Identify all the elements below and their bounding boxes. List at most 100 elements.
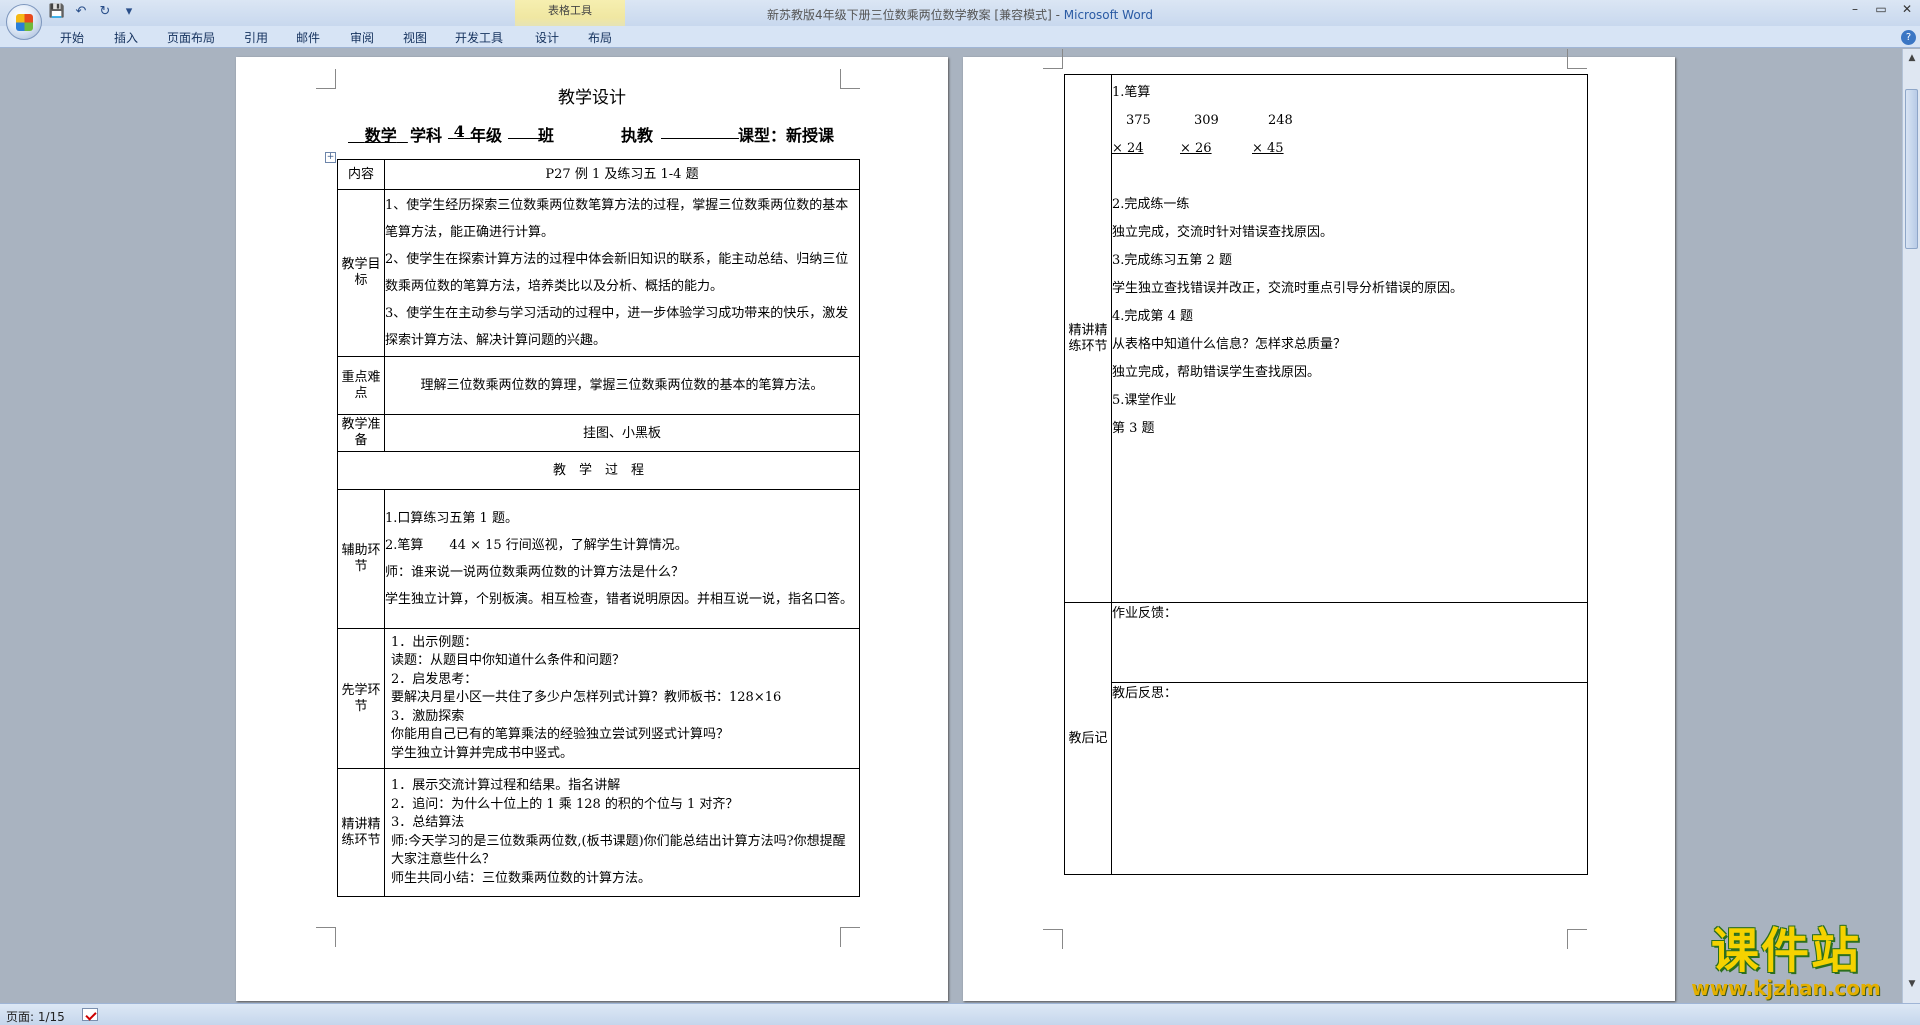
teacher-blank [661, 122, 739, 141]
page-1: 教学设计 数学 学科 4 年级 班 执教 课型：新授课 + 内容 P27 例 1… [236, 57, 948, 1001]
document-title: 新苏教版4年级下册三位数乘两位数学教案 [兼容模式] - [766, 8, 1064, 22]
reflection-cell[interactable]: 教后反思： [1111, 682, 1588, 875]
list-item: 师：谁来说一说两位数乘两位数的计算方法是什么？ [385, 565, 685, 580]
feedback-cell[interactable]: 作业反馈： [1111, 602, 1588, 683]
pre-study-label: 先学环节 [337, 628, 385, 769]
list-item: 2．启发思考： [391, 671, 478, 687]
tab-view[interactable]: 视图 [403, 29, 427, 46]
calc-numbers: 375 309 248 [1126, 113, 1293, 128]
page-count-status[interactable]: 页面: 1/15 [6, 1008, 65, 1025]
table-row: 先学环节 1．出示例题： 读题：从题目中你知道什么条件和问题？ 2．启发思考： … [337, 628, 860, 769]
calc-multipliers: × 24 × 26 × 45 [1112, 141, 1284, 156]
key-points-label: 重点难点 [337, 356, 385, 415]
list-item: 4.完成第 4 题 [1112, 309, 1193, 324]
lesson-plan-table: 内容 P27 例 1 及练习五 1-4 题 教学目标 1、使学生经历探索三位数乘… [337, 159, 860, 897]
goals-cell[interactable]: 1、使学生经历探索三位数乘两位数笔算方法的过程，掌握三位数乘两位数的基本笔算方法… [384, 189, 860, 357]
page-2: 精讲精练环节 1.笔算 375 309 248 × 24 × 26 × 45 2… [963, 49, 1675, 1001]
intensive-practice-cell[interactable]: 1．展示交流计算过程和结果。指名讲解 2．追问：为什么十位上的 1 乘 128 … [384, 768, 860, 897]
maximize-button[interactable]: ▭ [1868, 0, 1894, 20]
list-item: 要解决月星小区一共住了多少户怎样列式计算？教师板书：128×16 [391, 690, 782, 706]
preparation-cell[interactable]: 挂图、小黑板 [384, 414, 860, 452]
goal-item: 3、使学生在主动参与学习活动的过程中，进一步体验学习成功带来的快乐，激发探索计算… [385, 306, 849, 348]
undo-icon[interactable]: ↶ [72, 3, 90, 21]
scroll-up-icon[interactable]: ▲ [1906, 53, 1918, 65]
tab-insert[interactable]: 插入 [114, 29, 138, 46]
document-title-heading: 教学设计 [558, 88, 626, 108]
content-label: 内容 [337, 159, 385, 190]
app-name: Microsoft Word [1063, 8, 1154, 22]
scrollbar-thumb[interactable] [1905, 89, 1918, 249]
list-item: 第 3 题 [1112, 421, 1155, 436]
watermark-logo: 课件站 www.kjzhan.com [1672, 924, 1900, 1000]
list-item: 独立完成，交流时针对错误查找原因。 [1112, 225, 1334, 240]
tab-page-layout[interactable]: 页面布局 [167, 29, 215, 46]
intensive-practice-label: 精讲精练环节 [1064, 74, 1112, 603]
list-item: 你能用自己已有的笔算乘法的经验独立尝试列竖式计算吗？ [391, 727, 730, 743]
auxiliary-cell[interactable]: 1.口算练习五第 1 题。 2.笔算 44 × 15 行间巡视，了解学生计算情况… [384, 489, 860, 629]
content-cell[interactable]: P27 例 1 及练习五 1-4 题 [384, 159, 860, 190]
crop-mark [1043, 49, 1063, 69]
tab-design[interactable]: 设计 [535, 29, 559, 46]
proofing-status-icon[interactable] [82, 1008, 98, 1021]
list-item: 2．追问：为什么十位上的 1 乘 128 的积的个位与 1 对齐？ [391, 796, 739, 812]
practice-cell[interactable]: 1.笔算 375 309 248 × 24 × 26 × 45 2.完成练一练 … [1111, 74, 1588, 603]
auxiliary-label: 辅助环节 [337, 489, 385, 629]
tab-review[interactable]: 审阅 [350, 29, 374, 46]
watermark-url: www.kjzhan.com [1691, 976, 1881, 1000]
window-title: 新苏教版4年级下册三位数乘两位数学教案 [兼容模式] - Microsoft W… [0, 6, 1920, 23]
quick-access-toolbar: 💾 ↶ ↻ ▾ [48, 3, 138, 21]
list-item: 师:今天学习的是三位数乘两位数,(板书课题)你们能总结出计算方法吗?你想提醒大家… [391, 833, 846, 868]
intensive-practice-label: 精讲精练环节 [337, 768, 385, 897]
scroll-down-icon[interactable]: ▼ [1906, 979, 1918, 991]
table-row: 教后反思： [1065, 682, 1588, 875]
minimize-button[interactable]: – [1842, 0, 1868, 20]
subject-value: 数学 [364, 126, 397, 145]
process-header[interactable]: 教 学 过 程 [337, 451, 860, 490]
table-row: 教学准备 挂图、小黑板 [337, 414, 860, 452]
table-move-handle-icon[interactable]: + [325, 152, 336, 163]
table-row: 教学目标 1、使学生经历探索三位数乘两位数笔算方法的过程，掌握三位数乘两位数的基… [337, 189, 860, 357]
key-points-cell[interactable]: 理解三位数乘两位数的算理，掌握三位数乘两位数的基本的笔算方法。 [384, 356, 860, 415]
list-item: 2.笔算 44 × 15 行间巡视，了解学生计算情况。 [385, 538, 688, 553]
grade-label: 年级 [470, 126, 503, 145]
lesson-type: 课型：新授课 [738, 126, 835, 145]
crop-mark [1567, 49, 1587, 69]
tab-mailings[interactable]: 邮件 [296, 29, 320, 46]
ribbon-tab-bar: 开始 插入 页面布局 引用 邮件 审阅 视图 开发工具 设计 布局 [0, 26, 1920, 48]
list-item: 学生独立计算，个别板演。相互检查，错者说明原因。并相互说一说，指名口答。 [385, 592, 854, 607]
tab-home[interactable]: 开始 [60, 29, 84, 46]
pre-study-cell[interactable]: 1．出示例题： 读题：从题目中你知道什么条件和问题？ 2．启发思考： 要解决月星… [384, 628, 860, 769]
teacher-label: 执教 [621, 126, 654, 145]
crop-mark [316, 927, 336, 947]
help-icon[interactable]: ? [1901, 30, 1916, 45]
close-button[interactable]: ✕ [1894, 0, 1920, 20]
subject-label: 学科 [410, 126, 443, 145]
crop-mark [1567, 929, 1587, 949]
window-controls: – ▭ ✕ [1842, 0, 1920, 20]
crop-mark [1043, 929, 1063, 949]
list-item: 3．激励探索 [391, 708, 465, 724]
list-item: 2.完成练一练 [1112, 197, 1190, 212]
save-icon[interactable]: 💾 [48, 3, 66, 21]
tab-layout[interactable]: 布局 [588, 29, 612, 46]
list-item: 1．出示例题： [391, 634, 478, 650]
goal-item: 2、使学生在探索计算方法的过程中体会新旧知识的联系，能主动总结、归纳三位数乘两位… [385, 252, 849, 294]
office-button[interactable] [6, 4, 42, 40]
table-row: 教 学 过 程 [337, 451, 860, 490]
status-bar: 页面: 1/15 [0, 1003, 1920, 1025]
calc-title: 1.笔算 [1112, 85, 1151, 100]
lesson-info-row: 数学 学科 4 年级 班 执教 课型：新授课 [236, 122, 948, 145]
vertical-scrollbar[interactable]: ▲ ▼ [1902, 49, 1920, 1003]
customize-qat-icon[interactable]: ▾ [120, 3, 138, 21]
lesson-plan-table-continued: 精讲精练环节 1.笔算 375 309 248 × 24 × 26 × 45 2… [1064, 74, 1588, 875]
after-teaching-label: 教后记 [1064, 602, 1112, 875]
list-item: 5.课堂作业 [1112, 393, 1177, 408]
grade-value: 4 [453, 122, 465, 141]
redo-icon[interactable]: ↻ [96, 3, 114, 21]
list-item: 学生独立计算并完成书中竖式。 [391, 745, 574, 761]
goal-item: 1、使学生经历探索三位数乘两位数笔算方法的过程，掌握三位数乘两位数的基本笔算方法… [385, 198, 849, 240]
tab-references[interactable]: 引用 [244, 29, 268, 46]
preparation-label: 教学准备 [337, 414, 385, 452]
tab-developer[interactable]: 开发工具 [455, 29, 503, 46]
list-item: 从表格中知道什么信息？怎样求总质量？ [1112, 337, 1347, 352]
